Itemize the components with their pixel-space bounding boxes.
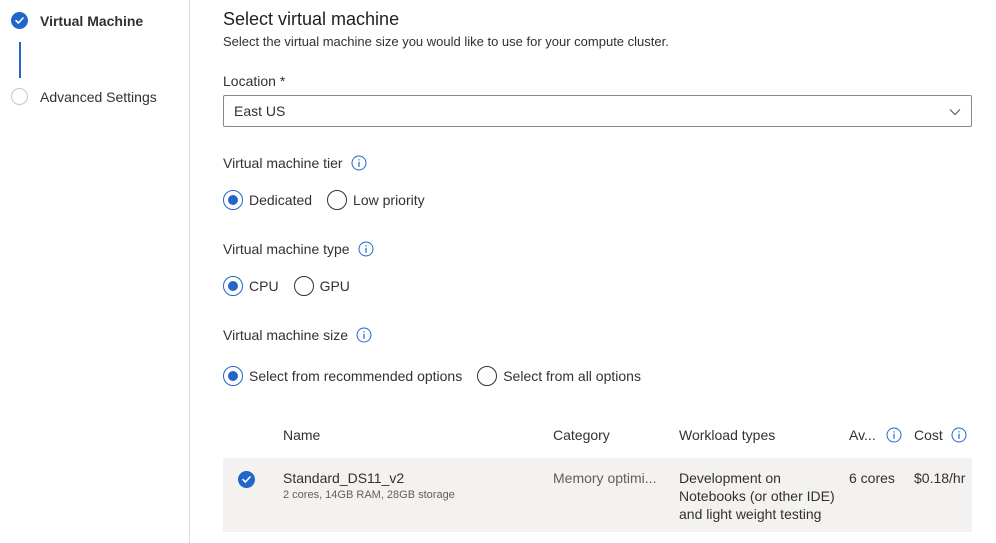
step-advanced-settings[interactable]: Advanced Settings	[11, 88, 157, 105]
column-header-workload[interactable]: Workload types	[679, 427, 775, 443]
vm-size-label-text: Virtual machine size	[223, 327, 349, 343]
location-label: Location *	[223, 73, 285, 89]
step-virtual-machine[interactable]: Virtual Machine	[11, 12, 143, 29]
step-label: Virtual Machine	[40, 12, 144, 29]
vm-type-label-text: Virtual machine type	[223, 241, 350, 257]
radio-label: Select from all options	[503, 368, 641, 384]
page-title: Select virtual machine	[223, 9, 400, 29]
column-header-text: Cost	[914, 427, 943, 443]
info-icon[interactable]	[356, 327, 372, 343]
radio-unchecked-icon	[327, 190, 348, 210]
column-header-text: Name	[283, 427, 321, 443]
column-header-category[interactable]: Category	[553, 427, 610, 443]
step-label: Advanced Settings	[40, 88, 157, 105]
vm-size-label: Virtual machine size	[223, 327, 372, 343]
column-header-available[interactable]: Av...	[849, 427, 902, 443]
radio-recommended-options[interactable]: Select from recommended options	[223, 366, 462, 386]
check-circle-icon[interactable]	[238, 471, 255, 488]
radio-all-options[interactable]: Select from all options	[477, 366, 641, 386]
info-icon[interactable]	[886, 427, 902, 443]
column-header-cost[interactable]: Cost	[914, 427, 967, 443]
radio-label: Select from recommended options	[249, 368, 463, 384]
radio-checked-icon	[223, 190, 243, 210]
location-label-text: Location *	[223, 73, 286, 89]
radio-cpu[interactable]: CPU	[223, 276, 279, 296]
vm-type-radio-group: CPU GPU	[223, 276, 365, 296]
vm-tier-label-text: Virtual machine tier	[223, 155, 343, 171]
location-dropdown[interactable]: East US	[223, 95, 972, 127]
radio-unchecked-icon	[293, 276, 314, 296]
column-header-text: Category	[553, 427, 610, 443]
vm-tier-label: Virtual machine tier	[223, 155, 367, 171]
column-header-text: Workload types	[679, 427, 776, 443]
column-header-text: Av...	[849, 427, 876, 443]
cell-cost: $0.18/hr	[914, 470, 966, 486]
vm-name: Standard_DS11_v2	[283, 470, 405, 486]
vm-table-header: Name Category Workload types Av... Cost	[223, 420, 972, 450]
check-circle-icon	[11, 12, 28, 29]
info-icon[interactable]	[351, 155, 367, 171]
location-value: East US	[234, 103, 286, 119]
step-connector	[19, 42, 21, 78]
radio-label: CPU	[249, 278, 279, 294]
vm-specs: 2 cores, 14GB RAM, 28GB storage	[283, 489, 455, 501]
vm-size-radio-group: Select from recommended options Select f…	[223, 366, 656, 386]
radio-checked-icon	[223, 276, 243, 296]
page-subtitle: Select the virtual machine size you woul…	[223, 34, 669, 49]
vm-type-label: Virtual machine type	[223, 241, 374, 257]
info-icon[interactable]	[951, 427, 967, 443]
radio-checked-icon	[223, 366, 243, 386]
radio-low-priority[interactable]: Low priority	[327, 190, 425, 210]
radio-label: Dedicated	[249, 192, 313, 208]
column-header-name[interactable]: Name	[283, 427, 320, 443]
table-row[interactable]: Standard_DS11_v2 2 cores, 14GB RAM, 28GB…	[223, 458, 972, 532]
wizard-stepper: Virtual Machine Advanced Settings	[0, 0, 190, 543]
cell-workload: Development on Notebooks (or other IDE) …	[679, 470, 835, 522]
radio-gpu[interactable]: GPU	[293, 276, 350, 296]
radio-dedicated[interactable]: Dedicated	[223, 190, 312, 210]
cell-available: 6 cores	[849, 470, 895, 486]
radio-label: Low priority	[353, 192, 425, 208]
vm-tier-radio-group: Dedicated Low priority	[223, 190, 440, 210]
info-icon[interactable]	[358, 241, 374, 257]
radio-unchecked-icon	[477, 366, 498, 386]
cell-name: Standard_DS11_v2 2 cores, 14GB RAM, 28GB…	[283, 470, 455, 501]
chevron-down-icon	[949, 103, 961, 119]
radio-label: GPU	[319, 278, 350, 294]
empty-circle-icon	[11, 88, 28, 105]
cell-category: Memory optimi...	[553, 470, 657, 486]
